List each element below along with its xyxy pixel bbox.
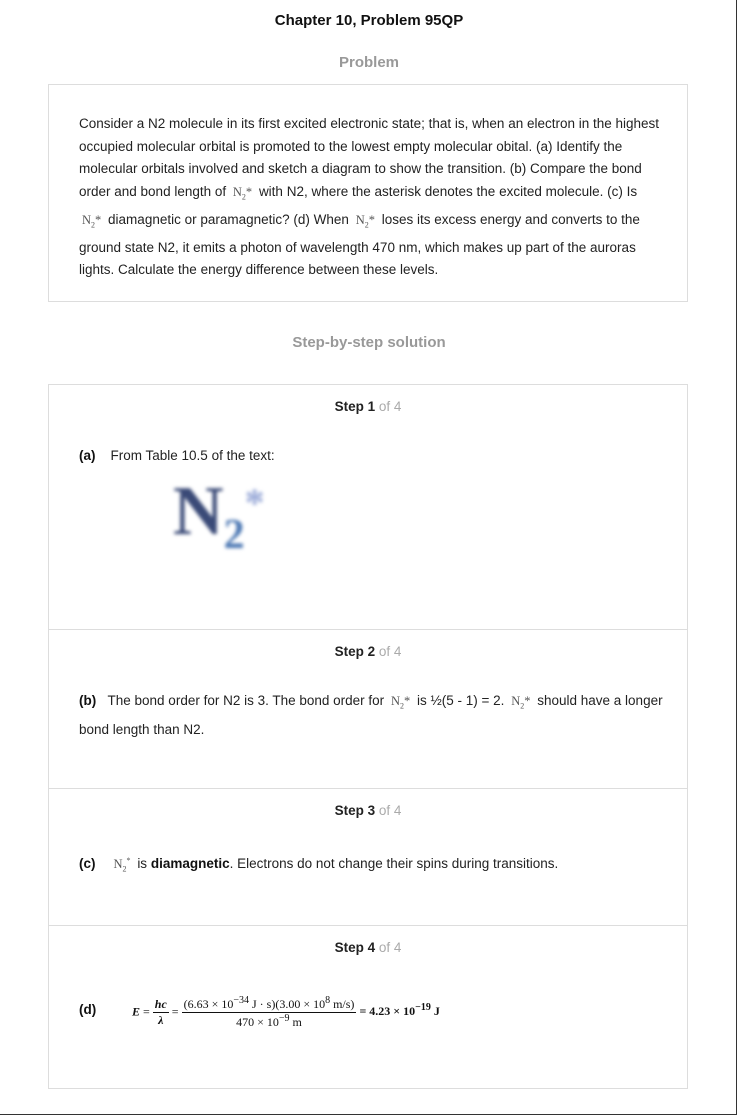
- n2-star-formula: N2*: [390, 694, 411, 711]
- n2-star-image: N2*: [173, 473, 265, 558]
- problem-text: Consider a N2 molecule in its first exci…: [79, 113, 664, 282]
- energy-equation: E = hc λ = (6.63 × 10−34 J · s)(3.00 × 1…: [132, 995, 440, 1029]
- n2-star-formula: N2*: [113, 856, 131, 874]
- step-1: Step 1 of 4 (a) From Table 10.5 of the t…: [48, 384, 688, 630]
- diamagnetic-answer: diamagnetic: [150, 856, 230, 872]
- problem-box: Consider a N2 molecule in its first exci…: [48, 84, 688, 302]
- step-3: Step 3 of 4 (c) N2* is diamagnetic. Elec…: [48, 788, 688, 926]
- part-label: (c): [79, 856, 96, 872]
- step-1-body: (a) From Table 10.5 of the text:: [79, 444, 669, 467]
- step-3-heading: Step 3 of 4: [334, 803, 402, 818]
- step-2-body: (b) The bond order for N2 is 3. The bond…: [79, 693, 663, 737]
- page-title: Chapter 10, Problem 95QP: [274, 12, 464, 29]
- step-2: Step 2 of 4 (b) The bond order for N2 is…: [48, 629, 688, 789]
- numeric-fraction: (6.63 × 10−34 J · s)(3.00 × 108 m/s) 470…: [181, 995, 357, 1029]
- solution-heading: Step-by-step solution: [292, 334, 446, 351]
- step-4-heading: Step 4 of 4: [334, 940, 402, 955]
- problem-text-part-2: with N2, where the asterisk denotes the …: [258, 183, 638, 199]
- page: Chapter 10, Problem 95QP Problem Conside…: [0, 0, 737, 1115]
- part-label: (d): [79, 1002, 97, 1017]
- energy-result: = 4.23 × 10−19 J: [359, 1002, 440, 1019]
- part-label: (b): [79, 693, 97, 708]
- problem-text-part-3: diamagnetic or paramagnetic? (d) When: [108, 211, 349, 227]
- problem-heading: Problem: [338, 54, 399, 71]
- part-label: (a): [79, 448, 96, 463]
- step-3-body: (c) N2* is diamagnetic. Electrons do not…: [79, 856, 559, 874]
- n2-star-formula: N2*: [355, 212, 375, 230]
- n2-star-formula: N2*: [232, 184, 253, 202]
- n2-star-formula: N2*: [511, 694, 531, 711]
- step-2-heading: Step 2 of 4: [334, 644, 402, 659]
- step-1-heading: Step 1 of 4: [334, 399, 402, 414]
- hc-over-lambda: hc λ: [152, 997, 169, 1027]
- step-1-text: From Table 10.5 of the text:: [110, 448, 275, 463]
- n2-star-formula: N2*: [82, 212, 102, 230]
